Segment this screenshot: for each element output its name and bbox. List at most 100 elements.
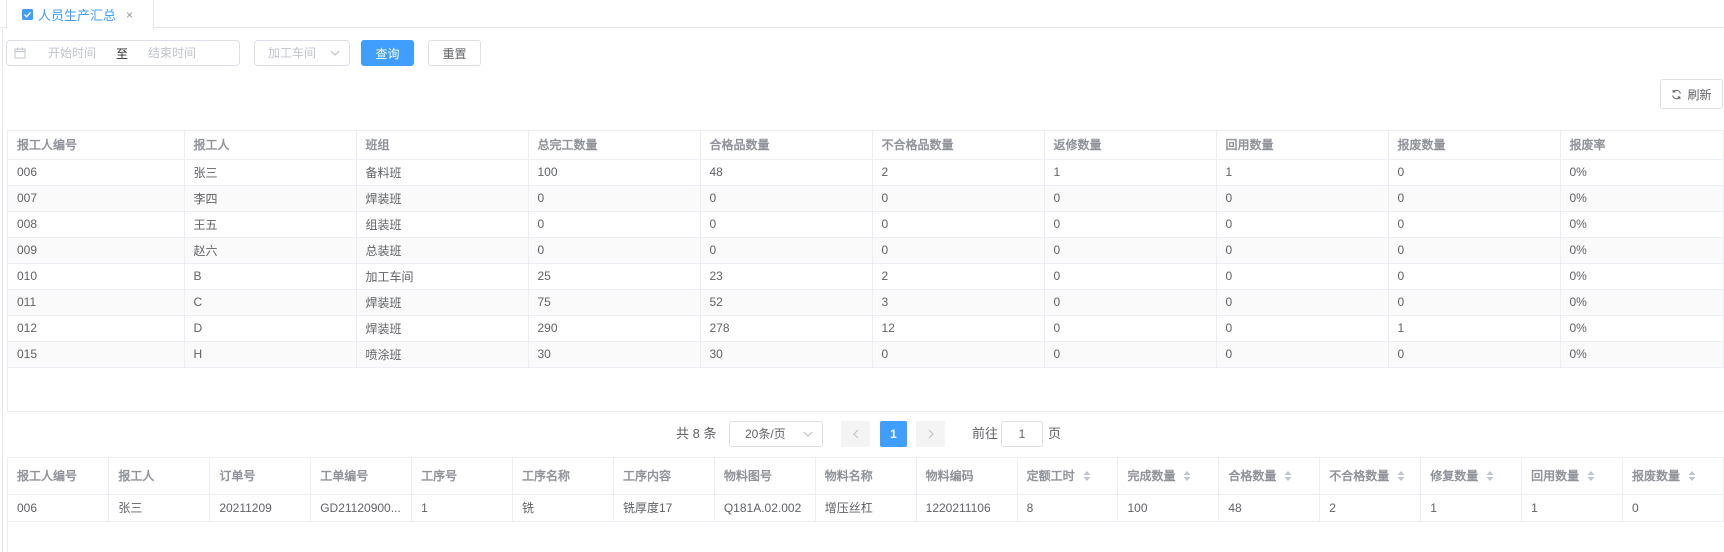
- col-material-name: 物料名称: [815, 458, 917, 495]
- cell-total-completed: 0: [528, 185, 701, 212]
- col-scrap: 报废数量: [1388, 131, 1561, 160]
- col-reuse-qty[interactable]: 回用数量: [1521, 458, 1623, 495]
- cell-employee-no: 006: [8, 159, 185, 186]
- col-reuse: 回用数量: [1216, 131, 1389, 160]
- cell-reporter: 张三: [184, 159, 357, 186]
- cell-completed-qty: 100: [1117, 494, 1220, 522]
- table-row[interactable]: 009 赵六 总装班 0 0 0 0 0 0 0%: [8, 237, 1724, 264]
- cell-team: 备料班: [356, 159, 529, 186]
- cell-employee-no: 011: [8, 289, 185, 316]
- refresh-label: 刷新: [1687, 87, 1712, 102]
- col-process-name: 工序名称: [512, 458, 614, 495]
- cell-scrap-rate: 0%: [1560, 237, 1724, 264]
- sort-caret-icon[interactable]: [1587, 470, 1595, 482]
- col-unqualified-qty[interactable]: 不合格数量: [1319, 458, 1422, 495]
- sort-caret-icon[interactable]: [1183, 470, 1191, 482]
- chevron-down-icon: [803, 431, 813, 437]
- table-row[interactable]: 006 张三 备料班 100 48 2 1 1 0 0%: [8, 159, 1724, 186]
- cell-scrap: 0: [1388, 211, 1561, 238]
- cell-order-no: 20211209: [209, 494, 312, 522]
- page-number-current[interactable]: 1: [880, 421, 907, 447]
- page-size-select[interactable]: 20条/页: [729, 421, 823, 447]
- cell-rework: 0: [1044, 289, 1217, 316]
- col-quota-hours[interactable]: 定额工时: [1017, 458, 1119, 495]
- chevron-right-icon: [928, 429, 934, 439]
- goto-page-input[interactable]: [1001, 421, 1043, 447]
- cell-process-name: 铣: [512, 494, 614, 522]
- cell-total-completed: 75: [528, 289, 701, 316]
- cell-team: 组装班: [356, 211, 529, 238]
- start-time-input[interactable]: [33, 42, 111, 64]
- sort-caret-icon[interactable]: [1486, 470, 1494, 482]
- cell-team: 总装班: [356, 237, 529, 264]
- table-row[interactable]: 012 D 焊装班 290 278 12 0 0 1 0%: [8, 315, 1724, 342]
- cell-drawing-no: Q181A.02.002: [714, 494, 816, 522]
- workshop-select[interactable]: [254, 40, 350, 66]
- cell-qualified: 278: [700, 315, 873, 342]
- sort-caret-icon[interactable]: [1397, 470, 1405, 482]
- prev-page-button[interactable]: [841, 421, 870, 447]
- chevron-left-icon: [852, 429, 859, 439]
- col-repair-qty[interactable]: 修复数量: [1420, 458, 1523, 495]
- table-row[interactable]: 007 李四 焊装班 0 0 0 0 0 0 0%: [8, 185, 1724, 212]
- cell-unqualified: 3: [872, 289, 1045, 316]
- col-qualified-qty[interactable]: 合格数量: [1218, 458, 1321, 495]
- refresh-icon: [1671, 89, 1682, 100]
- cell-reuse: 0: [1216, 237, 1389, 264]
- table-row[interactable]: 010 B 加工车间 25 23 2 0 0 0 0%: [8, 263, 1724, 290]
- cell-repair-qty: 1: [1420, 494, 1523, 522]
- col-repair-qty-label: 修复数量: [1430, 469, 1479, 484]
- cell-team: 焊装班: [356, 185, 529, 212]
- cell-total-completed: 0: [528, 211, 701, 238]
- cell-reporter: B: [184, 263, 357, 290]
- close-icon[interactable]: ×: [126, 8, 133, 22]
- query-button[interactable]: 查询: [361, 40, 414, 66]
- cell-unqualified: 2: [872, 263, 1045, 290]
- cell-scrap: 0: [1388, 185, 1561, 212]
- reset-button[interactable]: 重置: [428, 40, 481, 66]
- cell-reporter: 张三: [108, 494, 211, 522]
- date-range-picker[interactable]: 至: [6, 40, 240, 66]
- sort-caret-icon[interactable]: [1083, 470, 1091, 482]
- tab-label: 人员生产汇总: [38, 8, 117, 23]
- cell-qualified: 0: [700, 185, 873, 212]
- next-page-button[interactable]: [916, 421, 945, 447]
- summary-table: 报工人编号 报工人 班组 总完工数量 合格品数量 不合格品数量 返修数量 回用数…: [7, 130, 1724, 412]
- table-row[interactable]: 015 H 喷涂班 30 30 0 0 0 0 0%: [8, 341, 1724, 368]
- col-unqualified: 不合格品数量: [872, 131, 1045, 160]
- cell-reporter: 赵六: [184, 237, 357, 264]
- col-qualified: 合格品数量: [700, 131, 873, 160]
- cell-qualified: 23: [700, 263, 873, 290]
- col-scrap-rate: 报废率: [1560, 131, 1724, 160]
- table-row[interactable]: 011 C 焊装班 75 52 3 0 0 0 0%: [8, 289, 1724, 316]
- cell-total-completed: 30: [528, 341, 701, 368]
- cell-rework: 0: [1044, 185, 1217, 212]
- col-reporter: 报工人: [108, 458, 211, 495]
- tab-personnel-production-summary[interactable]: 人员生产汇总 ×: [6, 0, 154, 29]
- sort-caret-icon[interactable]: [1284, 470, 1292, 482]
- chevron-down-icon: [330, 50, 340, 56]
- col-employee-no: 报工人编号: [8, 131, 185, 160]
- table-row[interactable]: 008 王五 组装班 0 0 0 0 0 0 0%: [8, 211, 1724, 238]
- cell-unqualified: 12: [872, 315, 1045, 342]
- cell-scrap: 0: [1388, 263, 1561, 290]
- calendar-icon: [7, 41, 33, 65]
- col-reuse-qty-label: 回用数量: [1531, 469, 1580, 484]
- cell-team: 加工车间: [356, 263, 529, 290]
- sort-caret-icon[interactable]: [1688, 470, 1696, 482]
- refresh-button[interactable]: 刷新: [1660, 79, 1723, 109]
- cell-employee-no: 010: [8, 263, 185, 290]
- col-total-completed: 总完工数量: [528, 131, 701, 160]
- cell-employee-no: 006: [8, 494, 110, 522]
- table-row[interactable]: 006 张三 20211209 GD21120900... 1 铣 铣厚度17 …: [8, 494, 1724, 522]
- cell-employee-no: 009: [8, 237, 185, 264]
- col-unqualified-qty-label: 不合格数量: [1329, 469, 1390, 484]
- workshop-select-input[interactable]: [255, 41, 331, 65]
- cell-quota-hours: 8: [1017, 494, 1119, 522]
- col-completed-qty[interactable]: 完成数量: [1117, 458, 1220, 495]
- cell-reporter: H: [184, 341, 357, 368]
- cell-work-order-no: GD21120900...: [310, 494, 413, 522]
- col-scrap-qty[interactable]: 报废数量: [1622, 458, 1724, 495]
- end-time-input[interactable]: [133, 42, 211, 64]
- cell-reuse-qty: 1: [1521, 494, 1623, 522]
